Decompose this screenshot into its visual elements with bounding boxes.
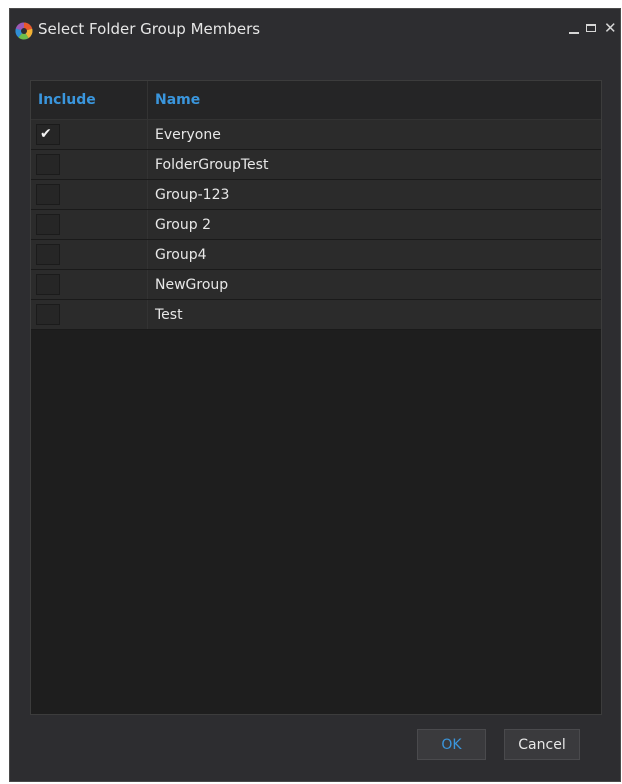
include-cell: ✔	[31, 120, 148, 149]
dialog-window: Select Folder Group Members ✕ Include Na…	[9, 8, 621, 782]
table-row[interactable]: ✔ Everyone	[31, 120, 601, 150]
column-header-name[interactable]: Name	[148, 81, 601, 119]
group-name-cell: Group 2	[155, 216, 211, 233]
include-cell	[31, 300, 148, 329]
group-name-cell: Everyone	[155, 126, 221, 143]
ok-button[interactable]: OK	[417, 729, 486, 760]
window-controls: ✕	[568, 21, 617, 36]
window-title: Select Folder Group Members	[38, 20, 261, 38]
include-checkbox[interactable]	[36, 214, 60, 235]
include-cell	[31, 270, 148, 299]
table-row[interactable]: Group4	[31, 240, 601, 270]
group-name-cell: Group4	[155, 246, 207, 263]
maximize-icon[interactable]	[586, 21, 598, 35]
include-checkbox[interactable]	[36, 184, 60, 205]
minimize-icon[interactable]	[568, 21, 580, 35]
checkmark-icon: ✔	[40, 126, 52, 142]
column-header-include[interactable]: Include	[31, 81, 148, 119]
table-row[interactable]: Group 2	[31, 210, 601, 240]
cancel-button[interactable]: Cancel	[504, 729, 580, 760]
group-name-cell: NewGroup	[155, 276, 229, 293]
include-cell	[31, 180, 148, 209]
include-checkbox[interactable]	[36, 304, 60, 325]
group-members-grid[interactable]: Include Name ✔ Everyone FolderGroupTest Gro…	[30, 80, 602, 715]
include-checkbox[interactable]	[36, 154, 60, 175]
grid-header: Include Name	[31, 81, 601, 120]
grid-body: ✔ Everyone FolderGroupTest Group-123 Group 2…	[31, 120, 601, 330]
title-bar[interactable]: Select Folder Group Members ✕	[10, 9, 620, 49]
table-row[interactable]: Group-123	[31, 180, 601, 210]
include-checkbox[interactable]	[36, 274, 60, 295]
include-checkbox[interactable]	[36, 244, 60, 265]
group-name-cell: Test	[155, 306, 183, 323]
include-cell	[31, 150, 148, 179]
include-cell	[31, 210, 148, 239]
include-checkbox[interactable]: ✔	[36, 124, 60, 145]
table-row[interactable]: NewGroup	[31, 270, 601, 300]
table-row[interactable]: Test	[31, 300, 601, 330]
table-row[interactable]: FolderGroupTest	[31, 150, 601, 180]
include-cell	[31, 240, 148, 269]
close-icon[interactable]: ✕	[604, 21, 617, 36]
group-name-cell: Group-123	[155, 186, 230, 203]
group-name-cell: FolderGroupTest	[155, 156, 269, 173]
app-icon	[15, 22, 33, 40]
